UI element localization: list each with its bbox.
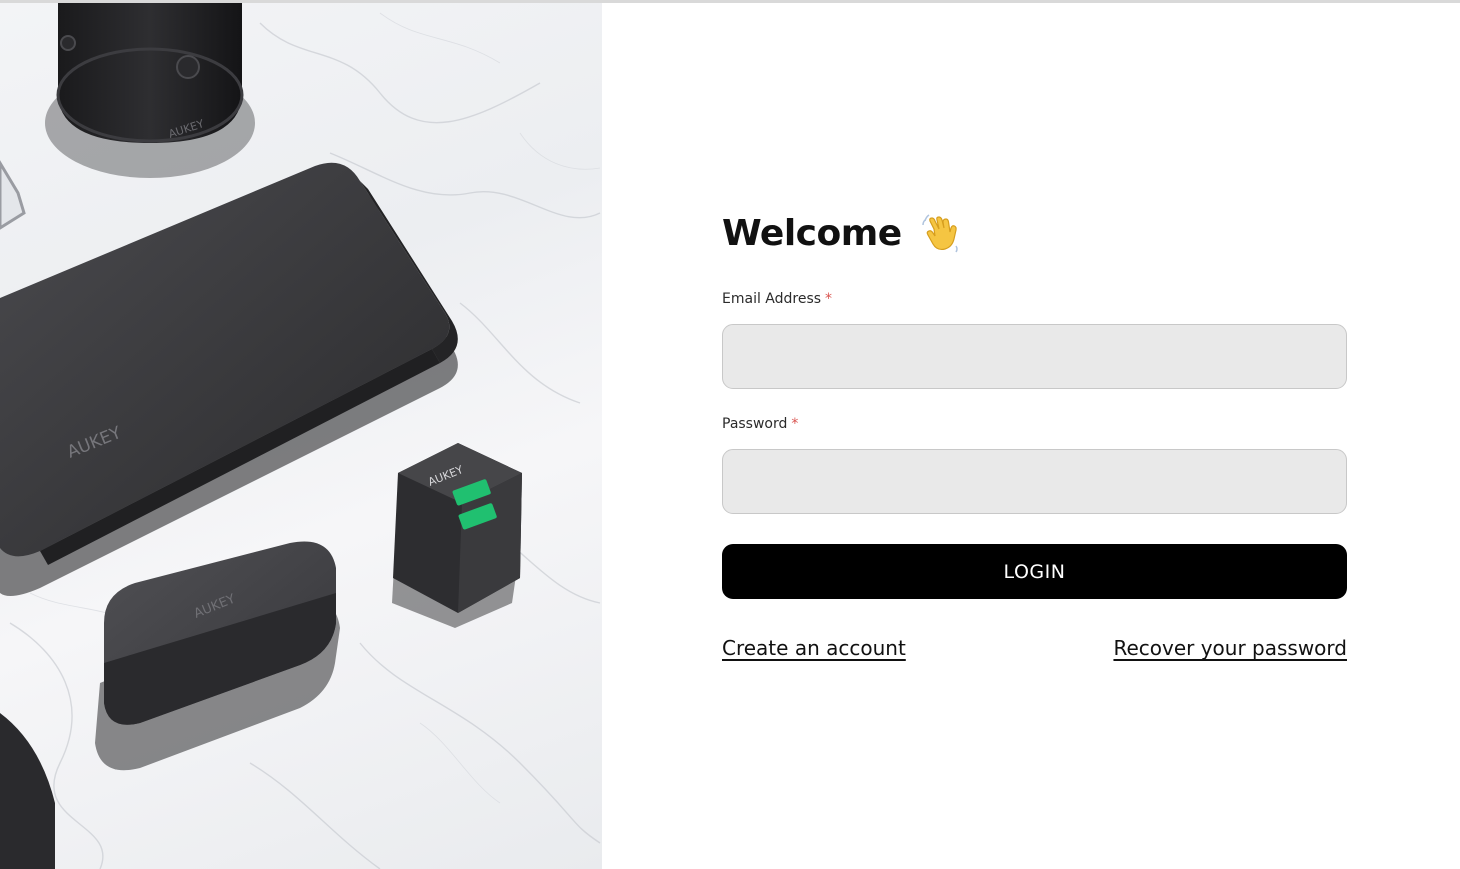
email-input[interactable] bbox=[722, 324, 1347, 389]
login-button[interactable]: LOGIN bbox=[722, 544, 1347, 599]
login-panel: Welcome Email Address * Password * LOGIN C… bbox=[722, 0, 1347, 869]
create-account-link[interactable]: Create an account bbox=[722, 636, 906, 660]
email-required-marker: * bbox=[825, 291, 833, 307]
login-page: AUKEY AUKEY AUKEY AUKEY Welcome Email Ad… bbox=[0, 0, 1460, 869]
hero-product-image: AUKEY AUKEY AUKEY AUKEY bbox=[0, 3, 602, 869]
password-required-marker: * bbox=[791, 416, 799, 432]
title-row: Welcome bbox=[722, 205, 964, 261]
password-input[interactable] bbox=[722, 449, 1347, 514]
password-label: Password * bbox=[722, 416, 798, 432]
recover-password-link[interactable]: Recover your password bbox=[1113, 636, 1347, 660]
password-label-text: Password bbox=[722, 416, 788, 432]
email-label: Email Address * bbox=[722, 291, 832, 307]
email-label-text: Email Address bbox=[722, 291, 822, 307]
waving-hand-icon bbox=[921, 214, 958, 253]
page-title: Welcome bbox=[722, 212, 902, 254]
